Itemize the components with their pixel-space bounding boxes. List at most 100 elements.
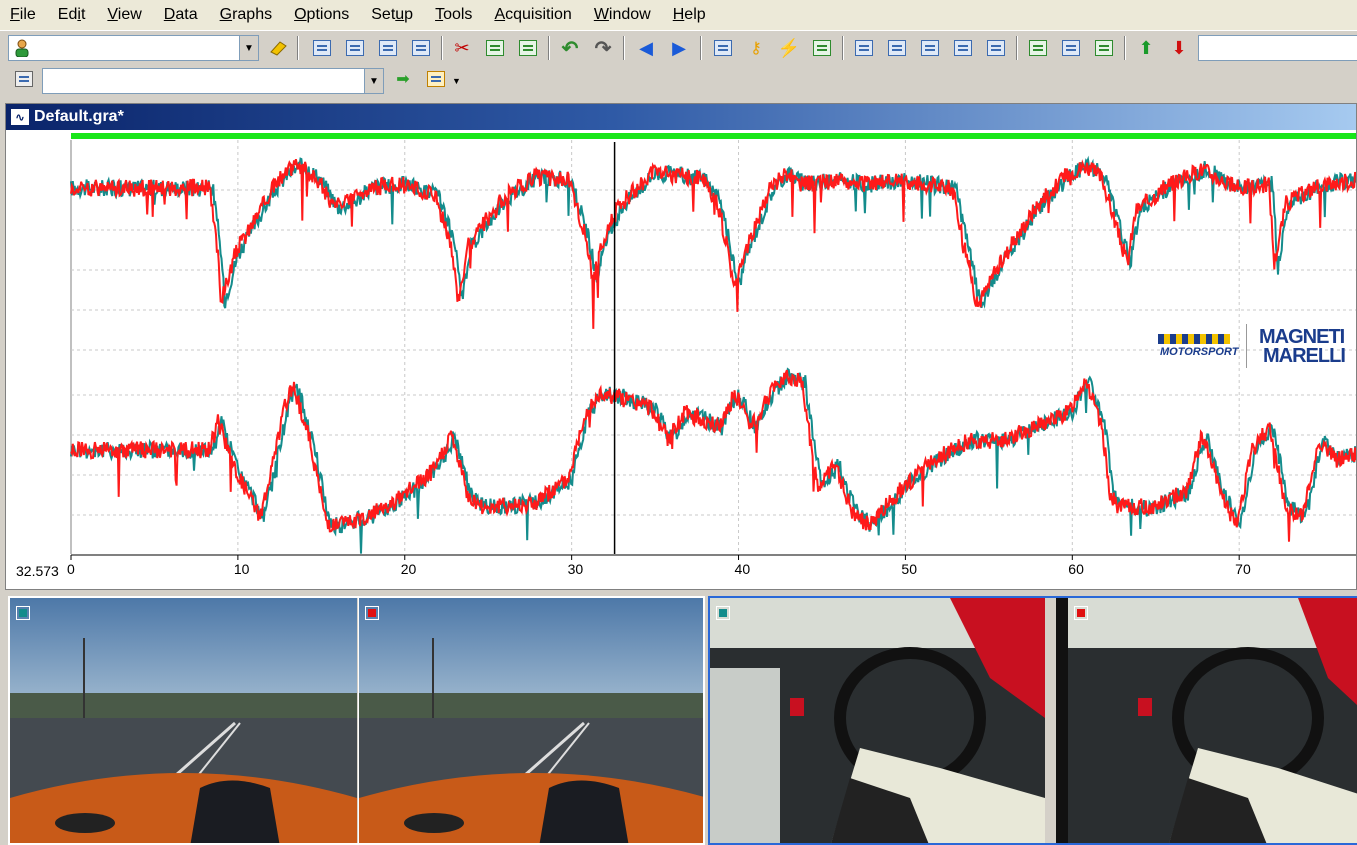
channel-list-icon xyxy=(15,71,33,87)
key-button[interactable]: ⚷ xyxy=(744,37,768,59)
graph-icon: ∿ xyxy=(10,108,30,126)
apply-button[interactable]: ➡ xyxy=(391,68,415,90)
logo-motorsport: MOTORSPORT xyxy=(1160,346,1239,358)
xy-plot-icon xyxy=(888,40,906,56)
video-frame-front-teal[interactable] xyxy=(10,598,357,843)
x-tick-label: 60 xyxy=(1068,561,1084,577)
graph-button[interactable] xyxy=(852,37,876,59)
axis-icon xyxy=(921,40,939,56)
menu-window[interactable]: Window xyxy=(584,6,663,24)
window-icon xyxy=(412,40,430,56)
user-profile-combo[interactable]: ▼ xyxy=(8,35,259,61)
video-area xyxy=(0,590,1357,845)
menu-file[interactable]: File xyxy=(0,6,48,24)
xy-graph-button[interactable] xyxy=(885,37,909,59)
video-panel-cockpit[interactable] xyxy=(708,596,1357,845)
layout-grid-button[interactable] xyxy=(310,37,334,59)
axis-graph-button[interactable] xyxy=(918,37,942,59)
secondary-combo[interactable]: ▼ xyxy=(42,68,384,94)
toolbar-input[interactable] xyxy=(1198,35,1357,61)
menu-help[interactable]: Help xyxy=(663,6,718,24)
chevron-down-icon[interactable]: ▼ xyxy=(364,69,383,93)
copy-icon xyxy=(486,40,504,56)
redo-icon: ↷ xyxy=(594,37,612,60)
series-line-red xyxy=(70,159,1356,329)
x-tick-label: 40 xyxy=(735,561,751,577)
series-line-teal xyxy=(70,367,1356,554)
arrow-right-icon: ▶ xyxy=(672,37,686,58)
matrix-icon xyxy=(813,40,831,56)
chart-button[interactable] xyxy=(1092,37,1116,59)
menu-bar: File Edit View Data Graphs Options Setup Tools A… xyxy=(0,0,1357,30)
upload-icon: ⬆ xyxy=(1138,37,1154,58)
table-icon xyxy=(346,40,364,56)
telemetry-chart[interactable]: 0 10 20 30 40 50 60 70 xyxy=(6,130,1356,590)
menu-edit[interactable]: Edit xyxy=(48,6,98,24)
next-button[interactable]: ▶ xyxy=(667,37,691,59)
undo-icon: ↶ xyxy=(561,37,579,60)
function-button[interactable] xyxy=(711,37,735,59)
menu-data[interactable]: Data xyxy=(154,6,210,24)
gauge-button[interactable] xyxy=(984,37,1008,59)
range-bar xyxy=(71,133,1356,139)
menu-tools[interactable]: Tools xyxy=(425,6,484,24)
list-view-button[interactable] xyxy=(376,37,400,59)
menu-options[interactable]: Options xyxy=(284,6,361,24)
logo-divider xyxy=(1246,324,1247,368)
eraser-button[interactable] xyxy=(266,37,290,59)
menu-acquisition[interactable]: Acquisition xyxy=(484,6,583,24)
upload-button[interactable]: ⬆ xyxy=(1134,37,1158,59)
graph-window-title: Default.gra* xyxy=(34,108,124,125)
graph-window: ∿ Default.gra* 0 10 20 30 40 50 60 70 32.573 MO… xyxy=(5,103,1357,590)
table-view-button[interactable] xyxy=(343,37,367,59)
channel-teal-chip xyxy=(716,606,730,620)
channel-teal-chip xyxy=(16,606,30,620)
gauge-icon xyxy=(987,40,1005,56)
graph-window-titlebar[interactable]: ∿ Default.gra* xyxy=(6,104,1356,130)
cut-button[interactable]: ✂ xyxy=(450,37,474,59)
report-button[interactable] xyxy=(1059,37,1083,59)
window-view-button[interactable] xyxy=(409,37,433,59)
chart-icon xyxy=(1095,40,1113,56)
function-icon xyxy=(714,40,732,56)
settings-icon xyxy=(427,71,445,87)
previous-button[interactable]: ◀ xyxy=(634,37,658,59)
menu-setup[interactable]: Setup xyxy=(361,6,425,24)
checkered-flag-icon xyxy=(1158,334,1230,344)
x-tick-label: 10 xyxy=(234,561,250,577)
chevron-down-icon[interactable]: ▼ xyxy=(239,36,258,60)
secondary-toolbar: ▼ ➡ ▼ xyxy=(0,64,470,98)
settings-button[interactable] xyxy=(424,68,448,90)
download-button[interactable]: ⬇ xyxy=(1167,37,1191,59)
menu-view[interactable]: View xyxy=(97,6,153,24)
scissors-icon: ✂ xyxy=(454,37,470,58)
report-icon xyxy=(1062,40,1080,56)
copy-button[interactable] xyxy=(483,37,507,59)
track-icon xyxy=(954,40,972,56)
video-panel-front[interactable] xyxy=(8,596,705,845)
waveform-icon xyxy=(855,40,873,56)
lightning-icon: ⚡ xyxy=(777,37,801,58)
channel-red-chip xyxy=(1074,606,1088,620)
paste-button[interactable] xyxy=(516,37,540,59)
user-icon xyxy=(15,39,29,58)
arrow-right-green-icon: ➡ xyxy=(396,71,410,88)
x-tick-label: 50 xyxy=(901,561,917,577)
undo-button[interactable]: ↶ xyxy=(558,37,582,60)
video-frame-cockpit-teal[interactable] xyxy=(710,598,1045,843)
redo-button[interactable]: ↷ xyxy=(591,37,615,60)
video-frame-front-red[interactable] xyxy=(358,598,703,843)
track-map-button[interactable] xyxy=(951,37,975,59)
menu-graphs[interactable]: Graphs xyxy=(210,6,284,24)
matrix-button[interactable] xyxy=(810,37,834,59)
paste-icon xyxy=(519,40,537,56)
dropdown-arrow[interactable]: ▼ xyxy=(452,76,461,86)
video-frame-cockpit-red[interactable] xyxy=(1056,598,1357,843)
channel-list-button[interactable] xyxy=(12,68,36,90)
x-tick-label: 20 xyxy=(401,561,417,577)
main-toolbar: ▼ ✂ ↶ ↷ ◀ ▶ ⚷ ⚡ ⬆ ⬇ xyxy=(0,30,1357,64)
key-icon: ⚷ xyxy=(750,40,762,57)
spreadsheet-button[interactable] xyxy=(1026,37,1050,59)
arrow-left-icon: ◀ xyxy=(639,37,653,58)
lightning-button[interactable]: ⚡ xyxy=(777,37,801,59)
